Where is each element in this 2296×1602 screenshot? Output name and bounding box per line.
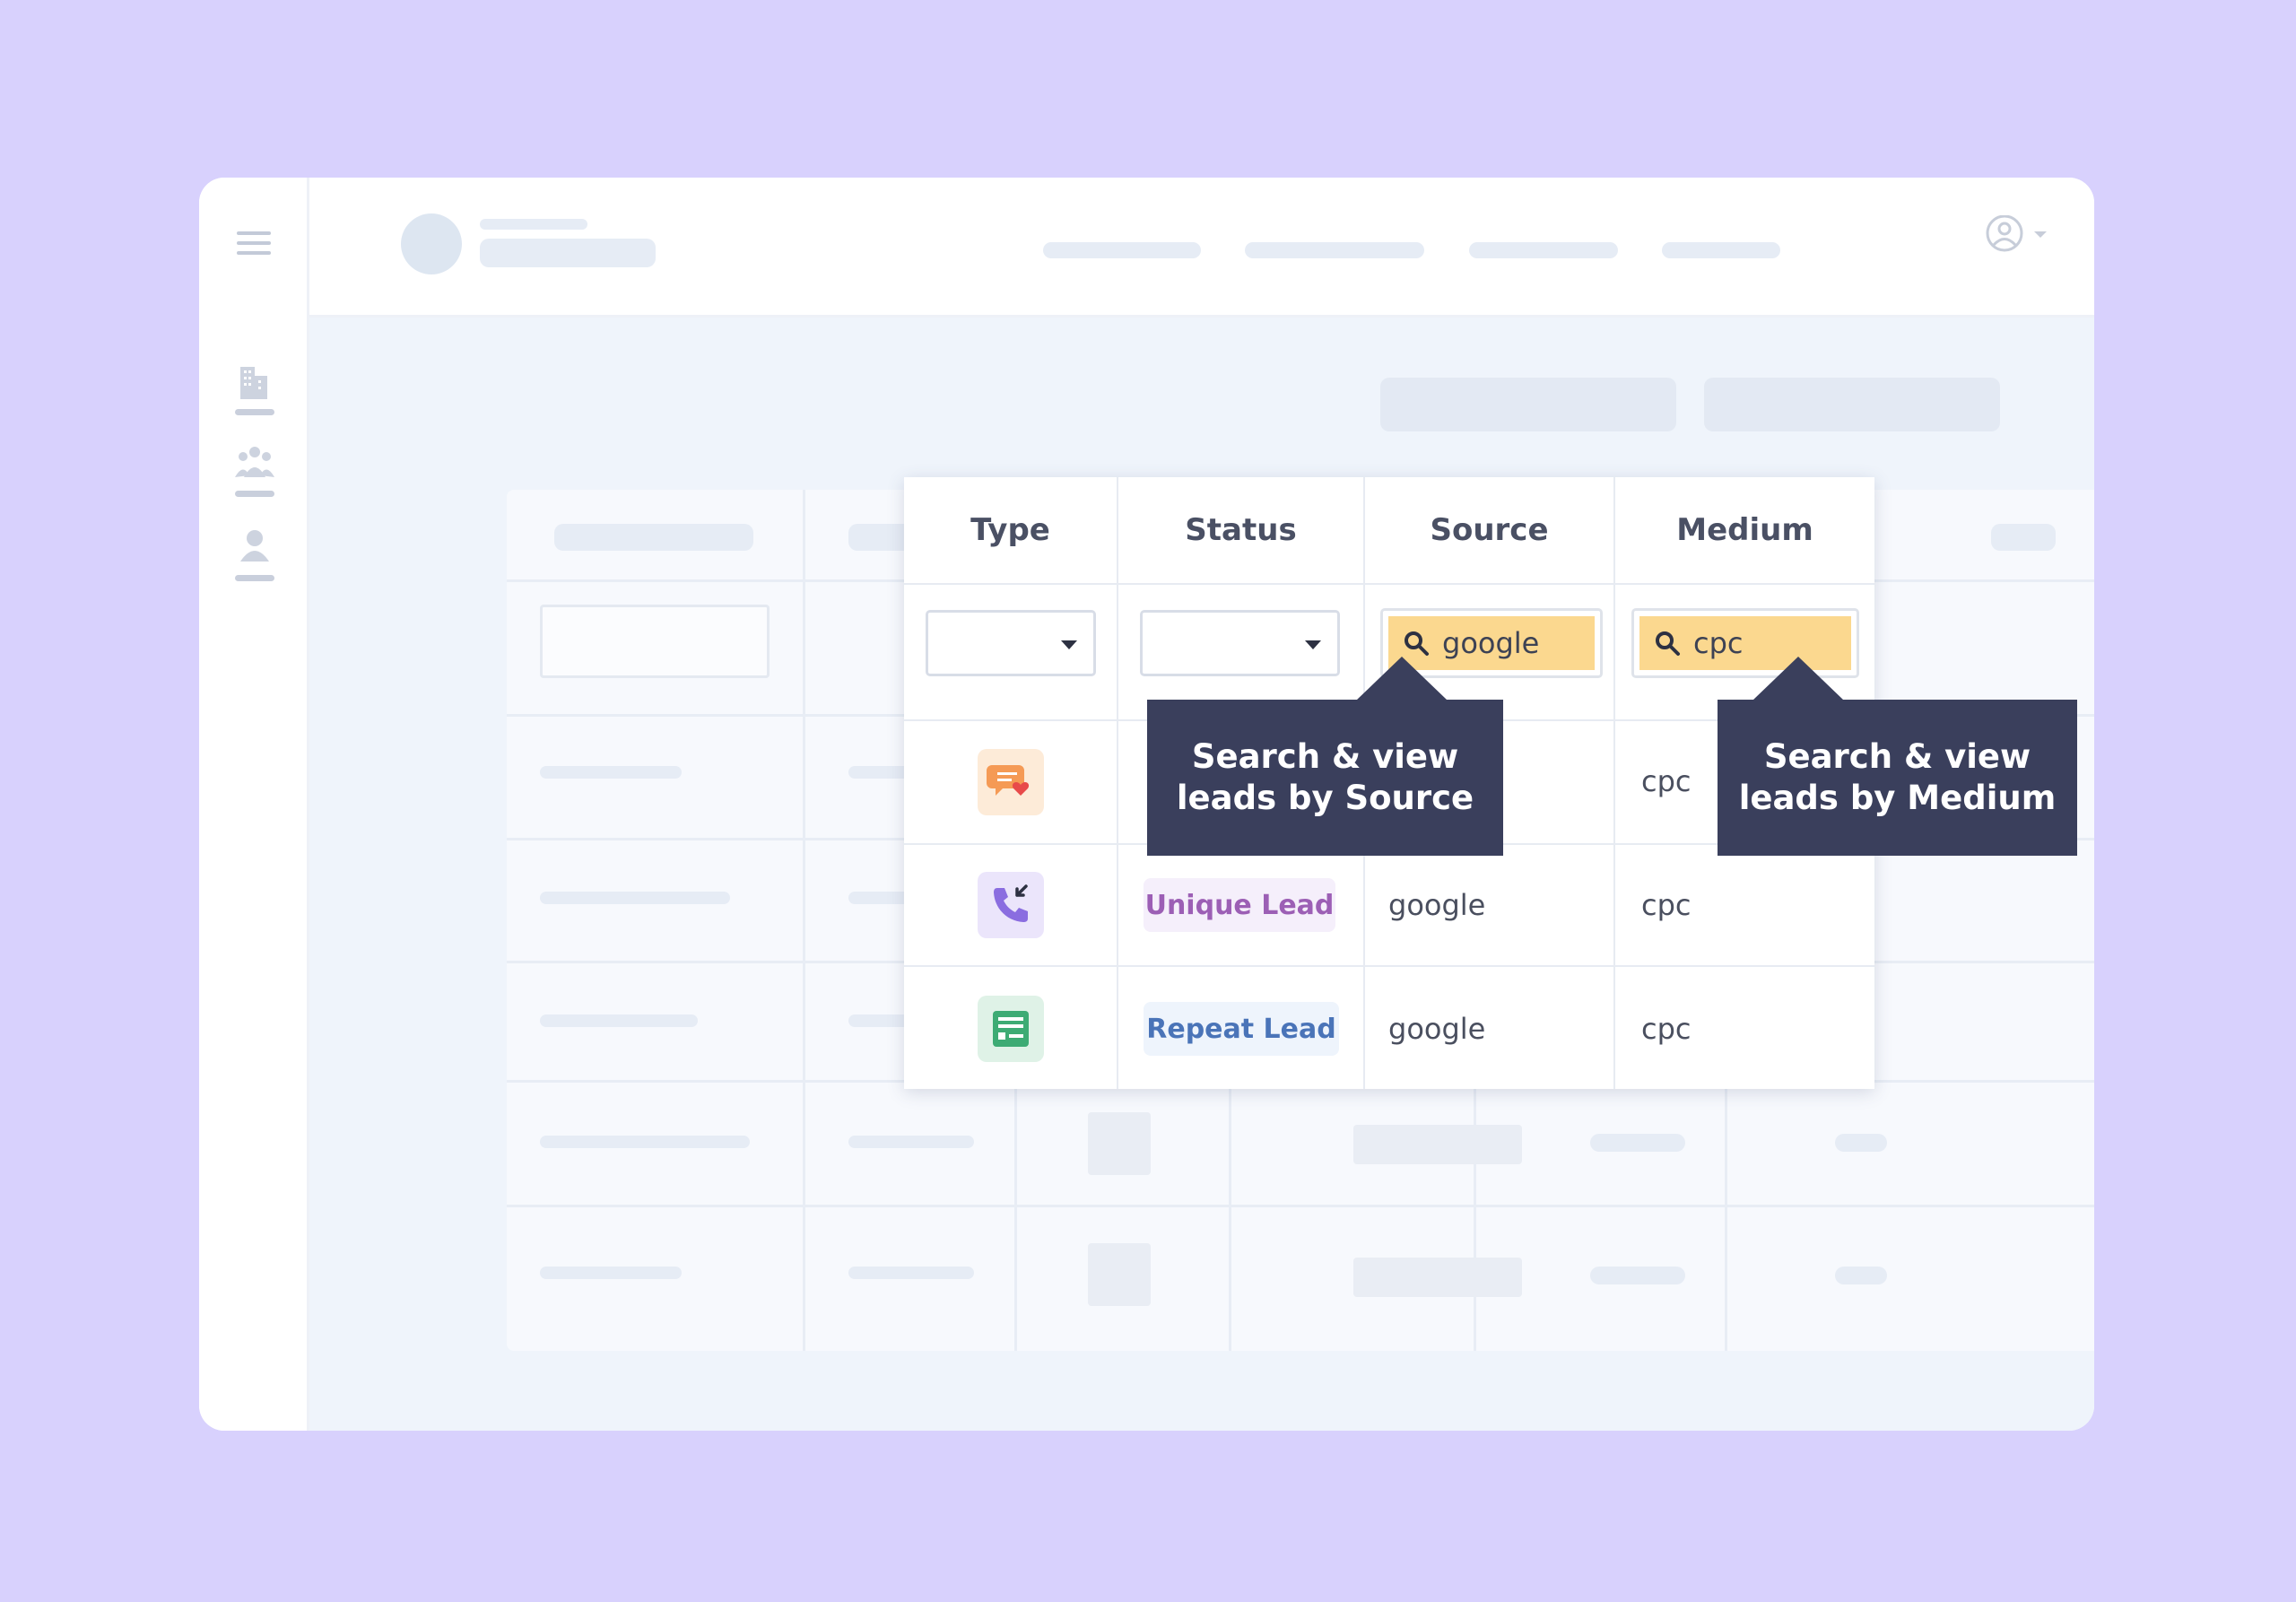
source-tooltip-line2: leads by Source — [1176, 779, 1474, 817]
action-button-placeholder-2[interactable] — [1704, 378, 2000, 431]
nav-placeholder-1[interactable] — [1043, 242, 1201, 258]
source-tooltip: Search & view leads by Source — [1147, 657, 1503, 856]
user-icon[interactable] — [235, 527, 274, 581]
nav-placeholder-4[interactable] — [1662, 242, 1780, 258]
chevron-down-icon — [1305, 640, 1321, 649]
chat-icon — [978, 749, 1044, 815]
column-header-source[interactable]: Source — [1365, 477, 1613, 583]
title-placeholder — [480, 219, 587, 230]
search-icon — [1656, 631, 1680, 656]
column-header-type[interactable]: Type — [904, 477, 1117, 583]
row1-medium: cpc — [1641, 764, 1692, 798]
top-bar — [309, 178, 2094, 318]
medium-tooltip: Search & view leads by Medium — [1718, 657, 2077, 856]
row2-medium: cpc — [1641, 888, 1692, 922]
subtitle-placeholder — [480, 239, 656, 267]
sidebar — [199, 178, 309, 1431]
building-icon[interactable] — [235, 361, 274, 415]
row2-source: google — [1388, 888, 1486, 922]
column-header-medium[interactable]: Medium — [1615, 477, 1874, 583]
row3-source: google — [1388, 1012, 1486, 1046]
status-badge: Repeat Lead — [1144, 1002, 1339, 1056]
form-icon — [978, 996, 1044, 1062]
status-badge: Unique Lead — [1144, 878, 1335, 932]
column-header-status[interactable]: Status — [1118, 477, 1363, 583]
phone-call-icon — [978, 872, 1044, 938]
source-search-value: google — [1442, 626, 1540, 660]
chevron-down-icon — [1061, 640, 1077, 649]
medium-tooltip-line1: Search & view — [1763, 737, 2031, 776]
source-tooltip-line1: Search & view — [1191, 737, 1459, 776]
row3-medium: cpc — [1641, 1012, 1692, 1046]
medium-tooltip-line2: leads by Medium — [1738, 779, 2057, 817]
team-icon[interactable] — [235, 443, 274, 497]
medium-search-value: cpc — [1693, 626, 1744, 660]
menu-icon[interactable] — [237, 231, 271, 261]
type-filter-select[interactable] — [926, 610, 1096, 676]
name-filter-input[interactable] — [540, 605, 770, 678]
avatar — [401, 213, 462, 274]
nav-placeholder-3[interactable] — [1469, 242, 1618, 258]
status-filter-select[interactable] — [1140, 610, 1340, 676]
action-button-placeholder-1[interactable] — [1380, 378, 1676, 431]
account-icon[interactable] — [1985, 214, 2053, 261]
nav-placeholder-2[interactable] — [1245, 242, 1424, 258]
search-icon — [1405, 631, 1429, 656]
